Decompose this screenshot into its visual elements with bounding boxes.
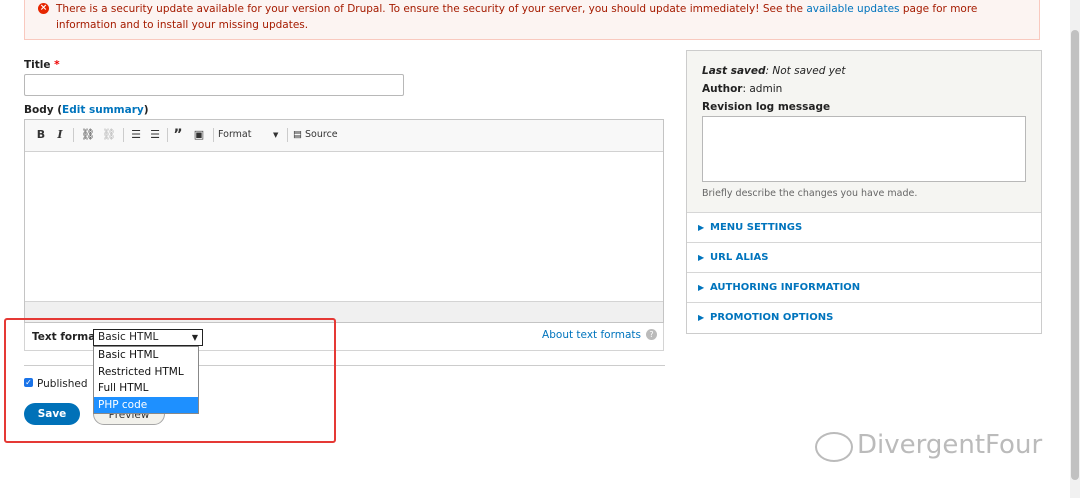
source-label: Source	[305, 129, 338, 140]
last-saved-label: Last saved	[702, 65, 766, 77]
authoring-information-toggle[interactable]: ▶ AUTHORING INFORMATION	[687, 272, 1041, 303]
wechat-icon	[815, 432, 853, 462]
section-label: URL ALIAS	[710, 252, 769, 263]
section-label: MENU SETTINGS	[710, 222, 803, 233]
bold-button[interactable]: B	[36, 128, 46, 142]
editor-toolbar: B I ⛓ ⛓ ☰ ☰ ” ▣ Format ▼ ▤ Source	[25, 120, 663, 152]
chevron-down-icon: ▼	[273, 131, 279, 139]
triangle-right-icon: ▶	[698, 283, 705, 292]
image-icon[interactable]: ▣	[191, 128, 207, 142]
section-label: AUTHORING INFORMATION	[710, 282, 861, 293]
link-icon[interactable]: ⛓	[80, 128, 96, 142]
last-saved-value: : Not saved yet	[765, 65, 846, 77]
author-label: Author	[702, 83, 743, 95]
about-text-formats-link[interactable]: About text formats	[542, 329, 641, 341]
revision-log-textarea[interactable]	[702, 116, 1026, 182]
url-alias-toggle[interactable]: ▶ URL ALIAS	[687, 242, 1041, 273]
toolbar-separator	[213, 128, 214, 142]
security-alert: × There is a security update available f…	[24, 0, 1040, 40]
source-button[interactable]: ▤ Source	[293, 128, 341, 142]
bulleted-list-icon[interactable]: ☰	[128, 128, 144, 142]
page-scrollbar[interactable]	[1070, 0, 1080, 498]
triangle-right-icon: ▶	[698, 253, 705, 262]
section-label: PROMOTION OPTIONS	[710, 312, 834, 323]
title-input[interactable]	[24, 74, 404, 96]
triangle-right-icon: ▶	[698, 223, 705, 232]
author: Author: admin	[702, 83, 782, 95]
scrollbar-thumb[interactable]	[1071, 30, 1079, 480]
revision-log-description: Briefly describe the changes you have ma…	[702, 188, 918, 199]
author-value: : admin	[742, 83, 783, 95]
last-saved: Last saved: Not saved yet	[702, 65, 846, 77]
node-sidebar: Last saved: Not saved yet Author: admin …	[686, 50, 1042, 334]
body-label: Body (Edit summary)	[24, 104, 149, 116]
revision-log-label: Revision log message	[702, 101, 831, 113]
toolbar-separator	[287, 128, 288, 142]
format-dropdown[interactable]: Format ▼	[218, 128, 288, 142]
triangle-right-icon: ▶	[698, 313, 705, 322]
available-updates-link[interactable]: available updates	[806, 3, 899, 15]
numbered-list-icon[interactable]: ☰	[147, 128, 163, 142]
promotion-options-toggle[interactable]: ▶ PROMOTION OPTIONS	[687, 302, 1041, 333]
body-label-close: )	[143, 104, 149, 116]
unlink-icon[interactable]: ⛓	[101, 128, 117, 142]
required-mark: *	[54, 59, 60, 71]
toolbar-separator	[73, 128, 74, 142]
body-edit-area[interactable]	[25, 152, 663, 302]
toolbar-separator	[123, 128, 124, 142]
help-icon[interactable]: ?	[646, 329, 657, 340]
title-label: Title *	[24, 59, 60, 71]
edit-summary-link[interactable]: Edit summary	[62, 104, 144, 116]
alert-text: There is a security update available for…	[56, 3, 807, 15]
menu-settings-toggle[interactable]: ▶ MENU SETTINGS	[687, 212, 1041, 243]
source-icon: ▤	[293, 129, 302, 140]
title-label-text: Title	[24, 59, 51, 71]
watermark-text: DivergentFour	[857, 430, 1043, 460]
body-label-text: Body (	[24, 104, 63, 116]
alert-message: There is a security update available for…	[56, 1, 1016, 33]
body-editor: B I ⛓ ⛓ ☰ ☰ ” ▣ Format ▼ ▤ Source	[24, 119, 664, 323]
format-label: Format	[218, 129, 252, 140]
italic-button[interactable]: I	[55, 128, 65, 142]
annotation-highlight-box	[4, 318, 336, 443]
toolbar-separator	[167, 128, 168, 142]
blockquote-icon[interactable]: ”	[171, 128, 185, 142]
error-icon: ×	[38, 3, 49, 14]
